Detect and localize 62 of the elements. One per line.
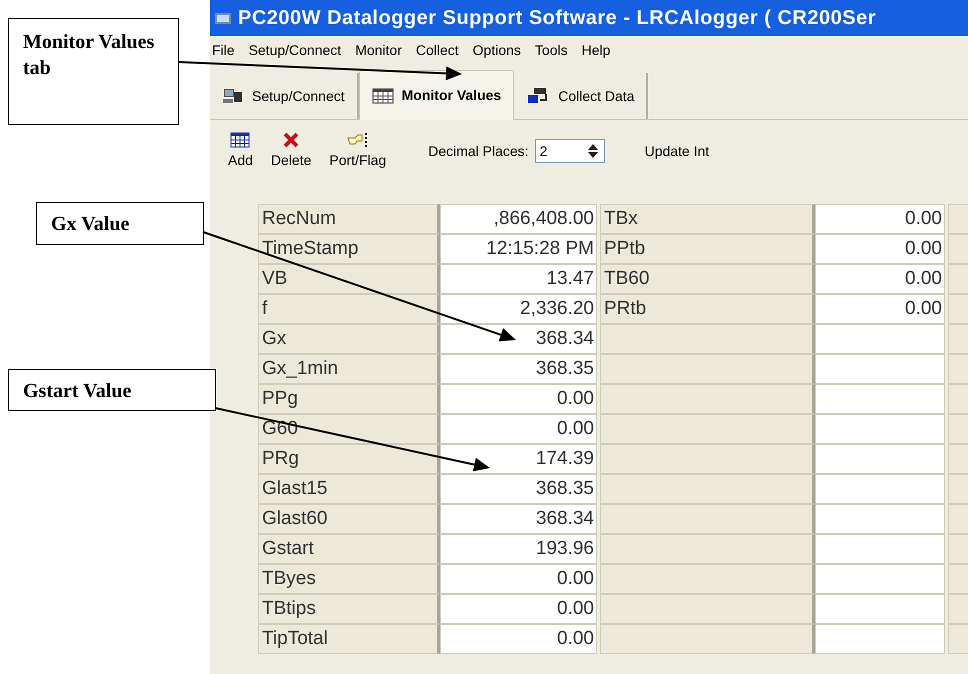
table-cell: TB60 <box>600 264 815 294</box>
table-cell: TBx <box>600 204 815 234</box>
table-cell: PPtb <box>600 234 815 264</box>
table-cell: 368.35 <box>440 474 597 504</box>
field-label: Update Int <box>644 142 710 161</box>
spin-arrows-icon[interactable] <box>586 143 600 159</box>
table-cell: VB <box>258 264 440 294</box>
table-cell: PRg <box>258 444 440 474</box>
callout-box: Monitor Values tab <box>8 18 179 125</box>
table-cell: RecNum <box>258 204 440 234</box>
table-cell: 0.00 <box>815 204 945 234</box>
table-cell: Gstart <box>258 534 440 564</box>
menu-item[interactable]: File <box>212 40 235 60</box>
delete-icon <box>283 132 300 148</box>
table-cell: TipTotal <box>258 624 440 654</box>
table-cell: 0.00 <box>440 594 597 624</box>
toolbar-button[interactable]: Delete <box>266 132 316 170</box>
menu-item[interactable]: Options <box>472 40 521 60</box>
table-cell: 368.34 <box>440 324 597 354</box>
table-cell: 193.96 <box>440 534 597 564</box>
table-cell: PRtb <box>600 294 815 324</box>
menu-item[interactable]: Monitor <box>355 40 402 60</box>
table-cell: 174.39 <box>440 444 597 474</box>
window-title: PC200W Datalogger Support Software - LRCAlogger ( CR200Ser <box>238 6 876 31</box>
menu-item[interactable]: Setup/Connect <box>248 40 342 60</box>
table-cell: 0.00 <box>440 564 597 594</box>
table-cell: PPg <box>258 384 440 414</box>
table-cell: f <box>258 294 440 324</box>
table-cell: TBtips <box>258 594 440 624</box>
callout-box: Gx Value <box>36 202 204 245</box>
table-cell: 0.00 <box>815 294 945 324</box>
table-cell: Glast15 <box>258 474 440 504</box>
table-cell: 0.00 <box>440 384 597 414</box>
table-cell: 2,336.20 <box>440 294 597 324</box>
table-icon <box>372 88 394 104</box>
table-cell: TByes <box>258 564 440 594</box>
menu-item[interactable]: Help <box>582 40 610 60</box>
toolbar-button[interactable]: Add <box>224 132 257 170</box>
table-cell: TimeStamp <box>258 234 440 264</box>
menu-item[interactable]: Tools <box>534 40 568 60</box>
table-cell: 368.34 <box>440 504 597 534</box>
table-cell: 12:15:28 PM <box>440 234 597 264</box>
table-cell: 0.00 <box>815 264 945 294</box>
field-label: Decimal Places: <box>428 142 529 160</box>
table-cell: 0.00 <box>440 624 597 654</box>
pointing-hand-icon <box>346 132 369 148</box>
decimal-places-spinner[interactable]: 2 <box>534 139 605 163</box>
callout-box: Gstart Value <box>8 369 216 411</box>
table-cell: 0.00 <box>815 234 945 264</box>
table-cell: Gx <box>258 324 440 354</box>
table-cell: 13.47 <box>440 264 597 294</box>
table-cell: Glast60 <box>258 504 440 534</box>
computer-icon <box>222 87 244 105</box>
tab[interactable]: Collect Data <box>514 73 648 119</box>
table-cell: 0.00 <box>440 414 597 444</box>
table-cell: ,866,408.00 <box>440 204 597 234</box>
toolbar-button[interactable]: Port/Flag <box>325 132 390 170</box>
table-icon <box>230 132 250 148</box>
table-cell: Gx_1min <box>258 354 440 384</box>
table-cell: 368.35 <box>440 354 597 384</box>
tab[interactable]: Monitor Values <box>358 70 514 120</box>
menu-item[interactable]: Collect <box>416 40 459 60</box>
